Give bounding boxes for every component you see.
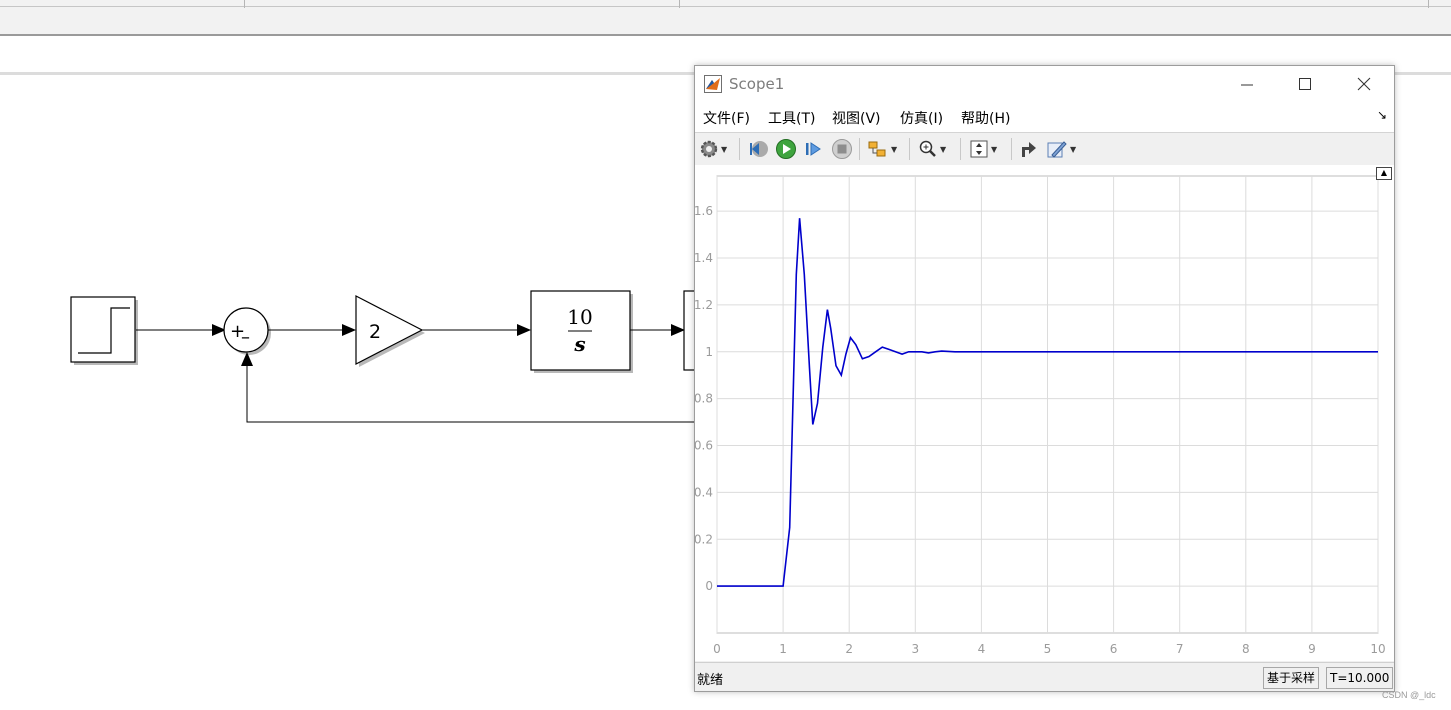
y-tick-label: 1.2 [695, 298, 713, 312]
y-tick-label: 0.2 [695, 532, 713, 546]
close-button[interactable] [1342, 72, 1386, 96]
x-tick-label: 9 [1308, 642, 1316, 656]
y-tick-label: 0.8 [695, 392, 713, 406]
status-text: 就绪 [697, 673, 724, 688]
step-forward-icon [806, 142, 821, 156]
scale-axes-button[interactable]: ▼ [969, 138, 997, 160]
x-tick-label: 5 [1044, 642, 1052, 656]
highlight-icon [868, 141, 886, 157]
step-forward-button[interactable] [803, 138, 823, 160]
undock-icon[interactable]: ▲ [1376, 167, 1392, 180]
watermark: CSDN @_ldc [1382, 690, 1436, 700]
restore-button[interactable] [1019, 138, 1039, 160]
gain-value: 2 [369, 321, 381, 343]
toolbar-separator [909, 138, 910, 160]
y-tick-label: 0.6 [695, 439, 713, 453]
window-title: Scope1 [729, 75, 785, 93]
matlab-icon [704, 75, 722, 93]
transfer-fcn-block[interactable]: 10 s [530, 290, 633, 373]
x-tick-label: 2 [845, 642, 853, 656]
menu-file[interactable]: 文件(F) [703, 108, 750, 128]
x-tick-label: 1 [779, 642, 787, 656]
menu-view[interactable]: 视图(V) [832, 108, 881, 128]
toolbar-separator [1011, 138, 1012, 160]
y-tick-label: 0 [705, 579, 713, 593]
gain-block[interactable]: 2 [355, 295, 425, 367]
x-tick-label: 7 [1176, 642, 1184, 656]
minimize-icon [1241, 84, 1253, 86]
maximize-button[interactable] [1283, 72, 1327, 96]
toolbar-separator [960, 138, 961, 160]
gear-icon [700, 140, 718, 158]
x-tick-label: 0 [713, 642, 721, 656]
zoom-button[interactable]: ▼ [918, 138, 946, 160]
x-tick-label: 3 [911, 642, 919, 656]
menu-help[interactable]: 帮助(H) [961, 108, 1010, 128]
step-back-icon [750, 141, 768, 157]
transfer-numerator: 10 [567, 305, 592, 329]
settings-button[interactable]: ▼ [699, 138, 727, 160]
scale-icon [970, 140, 988, 158]
scope-toolbar: ▼ ▼ ▼ ▼ ▼ [695, 132, 1394, 166]
dropdown-arrow-icon: ▼ [1070, 144, 1077, 154]
step-block[interactable] [70, 296, 138, 365]
scope-window[interactable]: Scope1 文件(F) 工具(T) 视图(V) 仿真(I) 帮助(H) ↘ ▼ [694, 65, 1395, 692]
stop-button[interactable] [831, 138, 853, 160]
sum-minus-sign: – [241, 327, 250, 348]
dropdown-arrow-icon: ▼ [891, 144, 898, 154]
x-tick-label: 8 [1242, 642, 1250, 656]
dropdown-arrow-icon: ▼ [940, 144, 947, 154]
menu-tools[interactable]: 工具(T) [768, 108, 815, 128]
sample-mode-indicator: 基于采样 [1263, 667, 1320, 689]
y-tick-label: 0.4 [695, 485, 713, 499]
close-icon [1357, 77, 1371, 91]
run-button[interactable] [775, 138, 797, 160]
sum-block[interactable]: + – [223, 307, 271, 355]
x-tick-label: 6 [1110, 642, 1118, 656]
y-tick-label: 1 [705, 345, 713, 359]
response-chart[interactable]: 0 1 2 3 4 5 6 7 8 9 10 0 0.2 0.4 0.6 0.8 1 1.2 1.4 1.6 [695, 165, 1394, 661]
step-back-button[interactable] [748, 138, 770, 160]
run-icon [776, 139, 796, 159]
restore-icon [1022, 142, 1036, 157]
transfer-denominator: s [573, 332, 585, 356]
maximize-icon [1299, 78, 1311, 90]
dropdown-arrow-icon: ▼ [721, 144, 728, 154]
edit-icon [1047, 141, 1067, 158]
x-tick-label: 4 [978, 642, 986, 656]
zoom-icon [919, 140, 936, 157]
plot-area[interactable]: 0 1 2 3 4 5 6 7 8 9 10 0 0.2 0.4 0.6 0.8 1 1.2 1.4 1.6 ▲ [695, 165, 1394, 661]
x-tick-label: 10 [1370, 642, 1385, 656]
toolbar-separator [859, 138, 860, 160]
style-button[interactable]: ▼ [1046, 138, 1076, 160]
minimize-button[interactable] [1225, 72, 1269, 96]
dock-arrow-icon[interactable]: ↘ [1377, 108, 1387, 122]
y-tick-label: 1.4 [695, 251, 713, 265]
toolbar-separator [739, 138, 740, 160]
y-tick-label: 1.6 [695, 204, 713, 218]
title-bar[interactable]: Scope1 [695, 66, 1394, 102]
dropdown-arrow-icon: ▼ [991, 144, 998, 154]
status-bar: 就绪 基于采样 T=10.000 [695, 662, 1394, 691]
stop-icon [832, 139, 852, 159]
highlight-button[interactable]: ▼ [867, 138, 897, 160]
menu-simulation[interactable]: 仿真(I) [900, 108, 943, 128]
time-indicator: T=10.000 [1326, 667, 1394, 689]
